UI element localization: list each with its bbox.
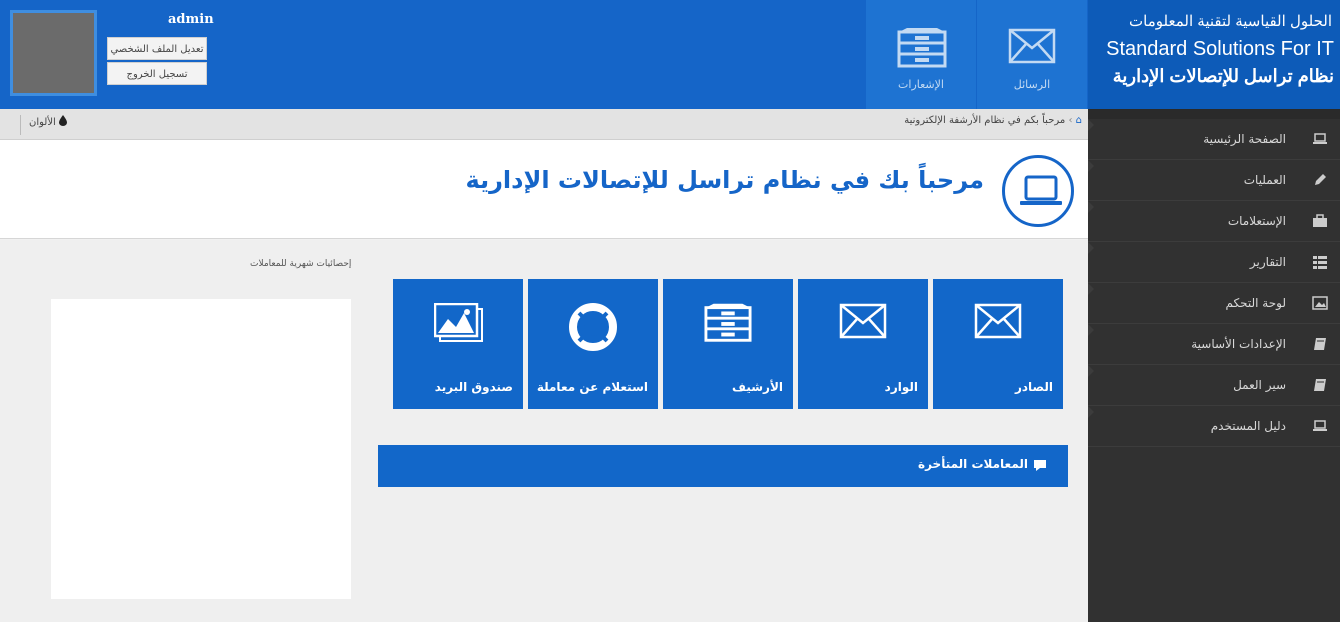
sidebar-item-label: دليل المستخدم: [1210, 419, 1286, 433]
sidebar-item-inquiries[interactable]: الإستعلامات: [1088, 201, 1340, 242]
sidebar-item-label: التقارير: [1249, 255, 1286, 269]
tile-archive-label: الأرشيف: [732, 380, 783, 394]
logout-button[interactable]: تسجيل الخروج: [107, 62, 207, 85]
sidebar-item-reports[interactable]: التقارير: [1088, 242, 1340, 283]
pictures-icon: [434, 303, 483, 342]
stats-chart-area: [51, 299, 351, 599]
sidebar-item-label: العمليات: [1243, 173, 1286, 187]
envelope-icon: [1008, 28, 1056, 64]
sidebar-item-label: الإعدادات الأساسية: [1191, 337, 1286, 351]
edit-profile-button[interactable]: تعديل الملف الشخصي: [107, 37, 207, 60]
home-icon[interactable]: ⌂: [1076, 115, 1082, 126]
tile-mailbox-label: صندوق البريد: [434, 380, 513, 394]
notifications-button[interactable]: الإشعارات: [866, 0, 976, 109]
stats-label: إحصائيات شهرية للمعاملات: [250, 259, 352, 269]
avatar[interactable]: [10, 10, 97, 96]
sidebar-item-label: الصفحة الرئيسية: [1203, 132, 1286, 146]
sidebar-item-workflow[interactable]: سير العمل: [1088, 365, 1340, 406]
messages-button[interactable]: الرسائل: [977, 0, 1087, 109]
welcome-icon-circle: [1002, 155, 1074, 227]
droplet-icon: [59, 115, 68, 126]
tile-mailbox[interactable]: صندوق البريد: [393, 279, 523, 409]
brand-line-arabic: الحلول القياسية لتقنية المعلومات: [1129, 13, 1332, 30]
breadcrumb-text[interactable]: مرحباً بكم في نظام الأرشفة الإلكترونية: [904, 115, 1065, 126]
tile-inquiry-label: استعلام عن معاملة: [536, 380, 648, 394]
top-header: admin تعديل الملف الشخصي تسجيل الخروج ال…: [0, 0, 1088, 109]
colors-menu[interactable]: الألوان: [20, 115, 68, 135]
tile-outgoing-label: الصادر: [1014, 380, 1053, 394]
envelope-icon: [974, 303, 1022, 339]
sidebar-item-user-guide[interactable]: دليل المستخدم: [1088, 406, 1340, 447]
laptop-icon: [1313, 420, 1327, 431]
envelope-icon: [839, 303, 887, 339]
welcome-banner: مرحباً بك في نظام تراسل للإتصالات الإدار…: [0, 140, 1088, 239]
late-transactions-bar[interactable]: المعاملات المتأخرة: [378, 445, 1068, 487]
sidebar-item-label: لوحة التحكم: [1225, 296, 1287, 310]
sidebar-item-operations[interactable]: العمليات: [1088, 160, 1340, 201]
archive-icon: [704, 303, 752, 342]
sidebar-item-label: الإستعلامات: [1227, 214, 1286, 228]
tile-outgoing[interactable]: الصادر: [933, 279, 1063, 409]
picture-icon: [1312, 296, 1328, 310]
sidebar-item-label: سير العمل: [1233, 378, 1286, 392]
tile-archive[interactable]: الأرشيف: [663, 279, 793, 409]
lifebuoy-icon: [569, 303, 617, 351]
laptop-icon: [1313, 133, 1327, 144]
comment-icon: [1034, 460, 1046, 471]
tile-incoming[interactable]: الوارد: [798, 279, 928, 409]
tile-inquiry[interactable]: استعلام عن معاملة: [528, 279, 658, 409]
breadcrumb-bar: مرحباً بكم في نظام الأرشفة الإلكترونية ‹…: [0, 109, 1088, 140]
late-transactions-label: المعاملات المتأخرة: [918, 457, 1028, 471]
sidebar: الصفحة الرئيسية العمليات الإستعلامات الت…: [1088, 109, 1340, 622]
breadcrumb: مرحباً بكم في نظام الأرشفة الإلكترونية ‹…: [904, 115, 1082, 126]
main-content: إحصائيات شهرية للمعاملات الصادر الوارد ا…: [0, 240, 1088, 622]
sidebar-item-basic-settings[interactable]: الإعدادات الأساسية: [1088, 324, 1340, 365]
book-icon: [1314, 379, 1326, 391]
book-icon: [1314, 338, 1326, 350]
messages-label: الرسائل: [1013, 78, 1051, 91]
sidebar-item-control-panel[interactable]: لوحة التحكم: [1088, 283, 1340, 324]
chevron-left-icon: ‹: [1068, 115, 1073, 126]
colors-label: الألوان: [29, 117, 56, 128]
briefcase-icon: [1313, 214, 1327, 227]
brand-line-english: Standard Solutions For IT: [1106, 38, 1334, 60]
pencil-icon: [1315, 174, 1326, 185]
user-name: admin: [168, 12, 214, 27]
laptop-icon: [1020, 175, 1062, 205]
notifications-label: الإشعارات: [898, 78, 944, 91]
list-icon: [1313, 256, 1327, 269]
brand-logo[interactable]: الحلول القياسية لتقنية المعلومات Standar…: [1088, 0, 1340, 109]
welcome-title: مرحباً بك في نظام تراسل للإتصالات الإدار…: [465, 166, 984, 194]
brand-system-name: نظام تراسل للإتصالات الإدارية: [1112, 66, 1334, 86]
archive-icon: [897, 28, 947, 68]
sidebar-item-home[interactable]: الصفحة الرئيسية: [1088, 119, 1340, 160]
tile-incoming-label: الوارد: [884, 380, 918, 394]
